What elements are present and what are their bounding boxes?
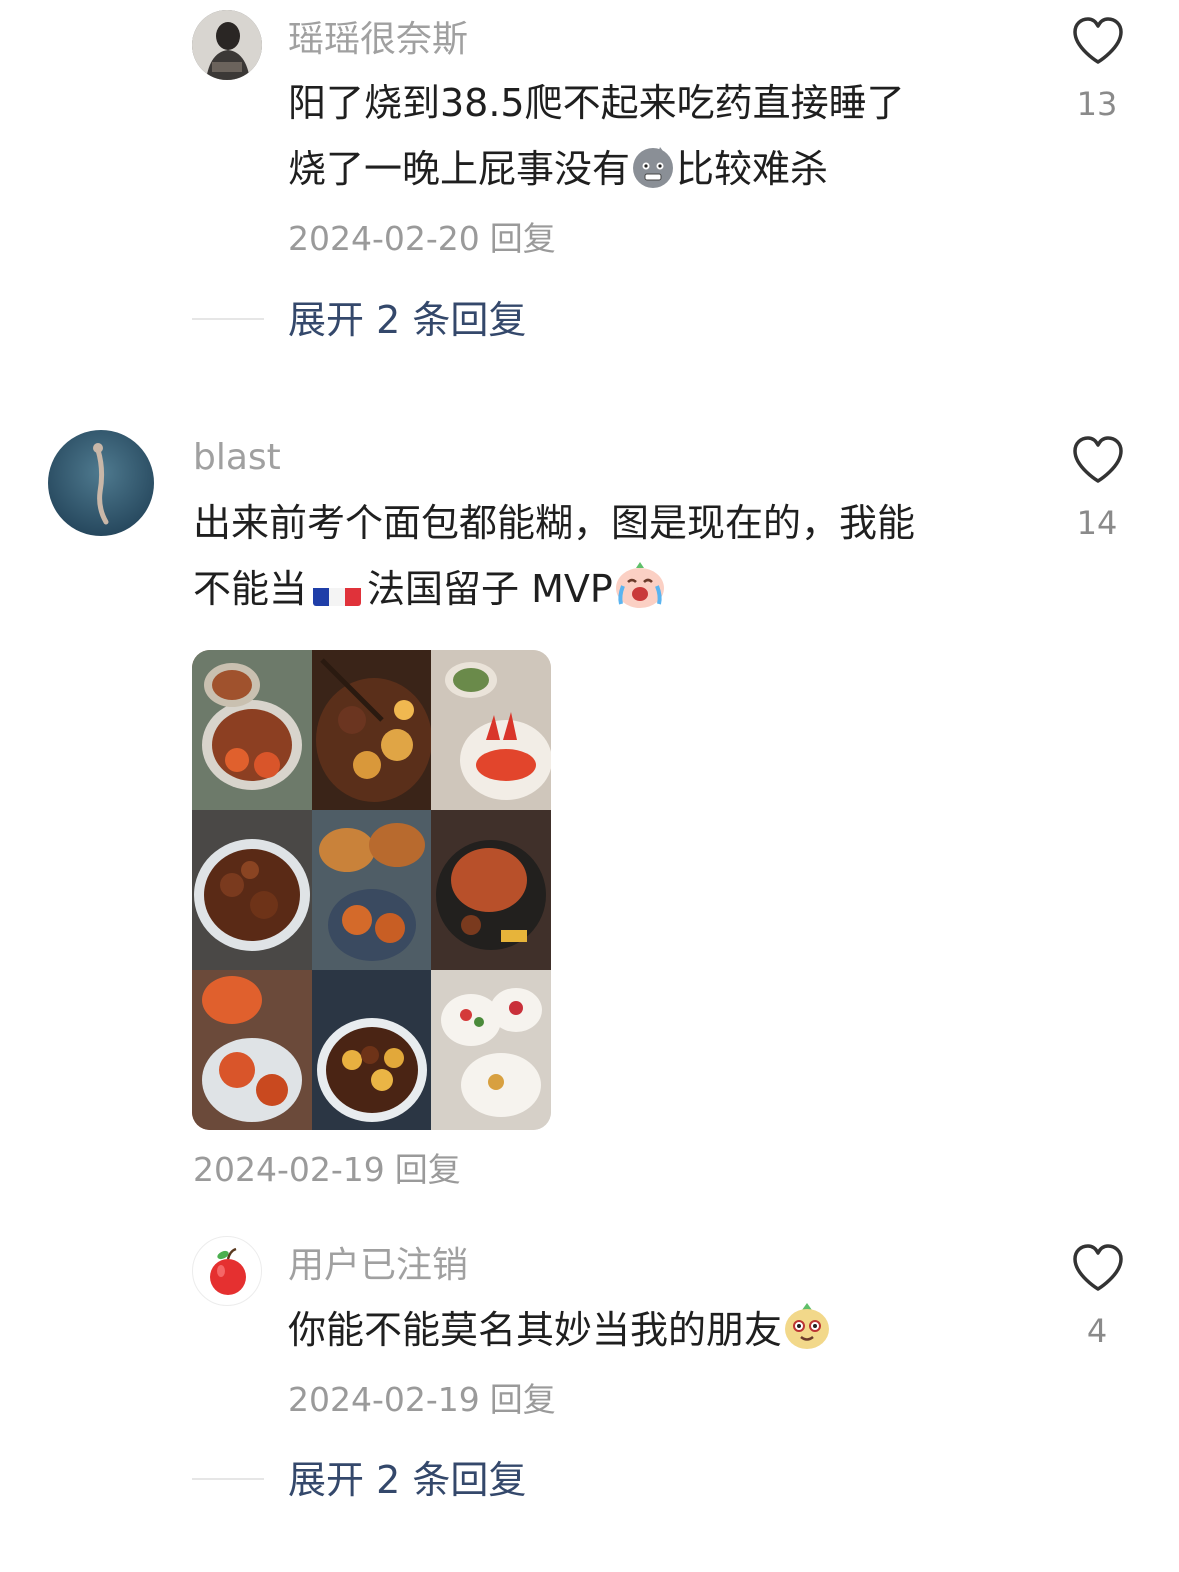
- comment-photo-collage[interactable]: [192, 650, 551, 1130]
- food-photo-tile: [192, 810, 312, 970]
- avatar-yaoyao[interactable]: [192, 10, 262, 80]
- heart-outline-icon[interactable]: [1071, 16, 1125, 66]
- comment-fragment: 法国留子 MVP: [367, 567, 613, 611]
- avatar-blast[interactable]: [48, 430, 154, 536]
- expand-divider: [192, 1478, 264, 1480]
- comment-meta: 2024-02-20 回复: [288, 222, 556, 255]
- food-photo-tile: [311, 810, 432, 970]
- heart-outline-icon[interactable]: [1071, 435, 1125, 485]
- comment-text: 你能不能莫名其妙当我的朋友: [288, 1297, 832, 1363]
- comment-fragment: 你能不能莫名其妙当我的朋友: [288, 1308, 783, 1352]
- reply-button[interactable]: 回复: [490, 1380, 556, 1419]
- food-photo-tile: [431, 810, 551, 970]
- reply-button[interactable]: 回复: [490, 219, 556, 258]
- comment-line: 出来前考个面包都能糊，图是现在的，我能: [193, 501, 916, 545]
- comment-fragment: 比较难杀: [676, 147, 829, 191]
- france-flag-emoji: [313, 574, 362, 606]
- comment-fragment: 不能当: [193, 567, 308, 611]
- like-count: 14: [1076, 504, 1118, 542]
- comment-date: 2024-02-19: [193, 1150, 385, 1189]
- avatar-deleted-user[interactable]: [192, 1236, 262, 1306]
- expand-replies-button[interactable]: 展开 2 条回复: [288, 301, 526, 339]
- comment-date: 2024-02-20: [288, 219, 480, 258]
- username[interactable]: 瑶瑶很奈斯: [288, 22, 468, 58]
- heart-outline-icon[interactable]: [1071, 1243, 1125, 1293]
- food-photo-tile: [311, 650, 432, 810]
- crying-laugh-emoji: [613, 560, 667, 610]
- reply-button[interactable]: 回复: [395, 1150, 461, 1189]
- food-photo-tile: [431, 970, 551, 1130]
- expand-divider: [192, 318, 264, 320]
- comment-line: 烧了一晚上屁事没有 比较难杀: [288, 136, 905, 202]
- food-photo-tile: [431, 650, 551, 810]
- comment-text: 出来前考个面包都能糊，图是现在的，我能 不能当 法国留子 MVP: [193, 490, 915, 622]
- comment-date: 2024-02-19: [288, 1380, 480, 1419]
- comment-line: 不能当 法国留子 MVP: [193, 556, 915, 622]
- username[interactable]: 用户已注销: [288, 1248, 468, 1284]
- food-photo-tile: [311, 970, 432, 1130]
- food-photo-tile: [192, 970, 312, 1130]
- like-count: 13: [1076, 85, 1118, 123]
- avatar-image: [48, 430, 154, 536]
- food-photo-tile: [192, 650, 312, 810]
- comment-meta: 2024-02-19 回复: [193, 1153, 461, 1186]
- like-count: 4: [1086, 1312, 1108, 1350]
- avatar-image: [192, 10, 262, 80]
- username[interactable]: blast: [193, 440, 281, 476]
- comment-text: 阳了烧到38.5爬不起来吃药直接睡了 烧了一晚上屁事没有 比较难杀: [288, 70, 905, 202]
- expand-replies-button[interactable]: 展开 2 条回复: [288, 1461, 526, 1499]
- smirk-emoji: [782, 1301, 832, 1351]
- comment-fragment: 烧了一晚上屁事没有: [288, 147, 631, 191]
- comment-line: 阳了烧到38.5爬不起来吃药直接睡了: [288, 81, 905, 125]
- apple-icon: [210, 1247, 246, 1295]
- comment-meta: 2024-02-19 回复: [288, 1383, 556, 1416]
- grimace-emoji: [630, 144, 676, 190]
- comment-line: 你能不能莫名其妙当我的朋友: [288, 1297, 832, 1363]
